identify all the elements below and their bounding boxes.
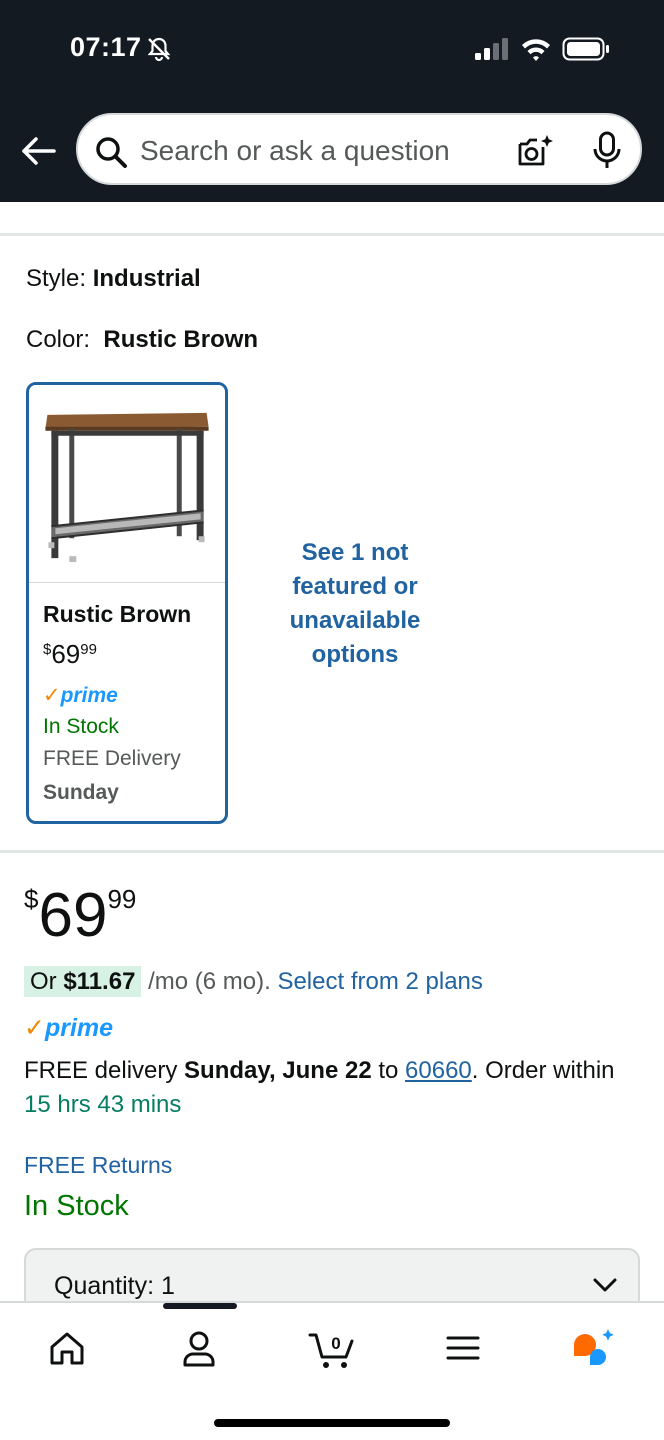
cart-count: 0 — [331, 1334, 340, 1353]
bell-slash-icon — [147, 37, 171, 62]
battery-icon — [562, 37, 609, 61]
product-thumbnail-console-table — [29, 385, 225, 583]
monthly-amount: $11.67 — [63, 968, 136, 995]
prime-check-icon: ✓ — [43, 684, 61, 707]
variant-price-fraction: 99 — [80, 641, 97, 658]
search-icon — [96, 137, 127, 168]
variant-price-whole: 69 — [51, 639, 81, 669]
style-label: Style: — [26, 265, 87, 292]
color-value: Rustic Brown — [103, 326, 259, 353]
delivery-countdown: 15 hrs 43 mins — [24, 1091, 182, 1118]
active-tab-indicator — [163, 1303, 237, 1309]
variant-price-currency: $ — [43, 641, 52, 658]
account-icon[interactable] — [174, 1323, 224, 1373]
camera-search-icon[interactable] — [516, 133, 554, 169]
app-header: 07:17 — [0, 0, 664, 202]
prime-logo: prime — [44, 1014, 114, 1042]
stock-status: In Stock — [24, 1190, 129, 1222]
delivery-order-text: . Order within — [471, 1057, 615, 1084]
product-price: $6999 — [24, 880, 136, 951]
section-divider — [0, 233, 664, 236]
search-bar[interactable] — [76, 113, 642, 185]
chevron-down-icon — [593, 1278, 617, 1292]
select-plans-link[interactable]: Select from 2 plans — [277, 968, 482, 995]
delivery-zip-link[interactable]: 60660 — [405, 1057, 472, 1084]
home-icon[interactable] — [42, 1323, 92, 1373]
variant-card-rustic-brown[interactable]: Rustic Brown $6999 ✓prime In Stock FREE … — [26, 382, 228, 824]
search-input[interactable] — [140, 129, 500, 173]
monthly-payment-badge: Or $11.67 — [24, 966, 142, 997]
prime-badge: ✓prime — [24, 1013, 113, 1043]
color-row: Color: Rustic Brown — [26, 326, 258, 354]
style-value: Industrial — [92, 265, 201, 292]
variant-price: $6999 — [43, 639, 97, 670]
delivery-to: to — [371, 1057, 406, 1084]
monthly-suffix: /mo (6 mo). — [141, 968, 278, 995]
price-fraction: 99 — [107, 884, 137, 914]
prime-logo: prime — [60, 684, 118, 707]
variant-delivery-day: Sunday — [43, 781, 119, 804]
delivery-info: FREE delivery Sunday, June 22 to 60660. … — [24, 1054, 624, 1122]
home-indicator-bar — [214, 1419, 450, 1427]
quantity-label: Quantity: 1 — [54, 1272, 175, 1300]
color-label: Color: — [26, 326, 91, 353]
delivery-prefix: FREE delivery — [24, 1057, 185, 1084]
wifi-icon — [522, 39, 550, 61]
variant-name: Rustic Brown — [43, 601, 192, 627]
rufus-assistant-icon[interactable] — [570, 1323, 620, 1373]
monthly-prefix: Or — [30, 968, 64, 995]
status-time: 07:17 — [70, 32, 142, 62]
variant-delivery: FREE Delivery — [43, 747, 181, 770]
menu-icon[interactable] — [438, 1323, 488, 1373]
monthly-payment-row: Or $11.67 /mo (6 mo). Select from 2 plan… — [24, 966, 483, 997]
delivery-date: Sunday, June 22 — [184, 1057, 372, 1084]
back-arrow-icon[interactable] — [18, 134, 58, 168]
cellular-signal-icon — [475, 38, 508, 60]
style-row: Style: Industrial — [26, 265, 201, 293]
cart-icon[interactable]: 0 — [306, 1323, 362, 1373]
price-currency: $ — [24, 884, 39, 914]
variant-stock-status: In Stock — [43, 715, 119, 738]
see-unavailable-options-link[interactable]: See 1 not featured or unavailable option… — [270, 536, 440, 672]
variant-prime-badge: ✓prime — [43, 683, 118, 708]
bottom-navigation: 0 — [0, 1301, 664, 1440]
microphone-icon[interactable] — [592, 131, 622, 171]
free-returns-link[interactable]: FREE Returns — [24, 1152, 172, 1179]
section-divider — [0, 850, 664, 853]
prime-check-icon: ✓ — [24, 1014, 45, 1042]
price-whole: 69 — [38, 881, 108, 950]
